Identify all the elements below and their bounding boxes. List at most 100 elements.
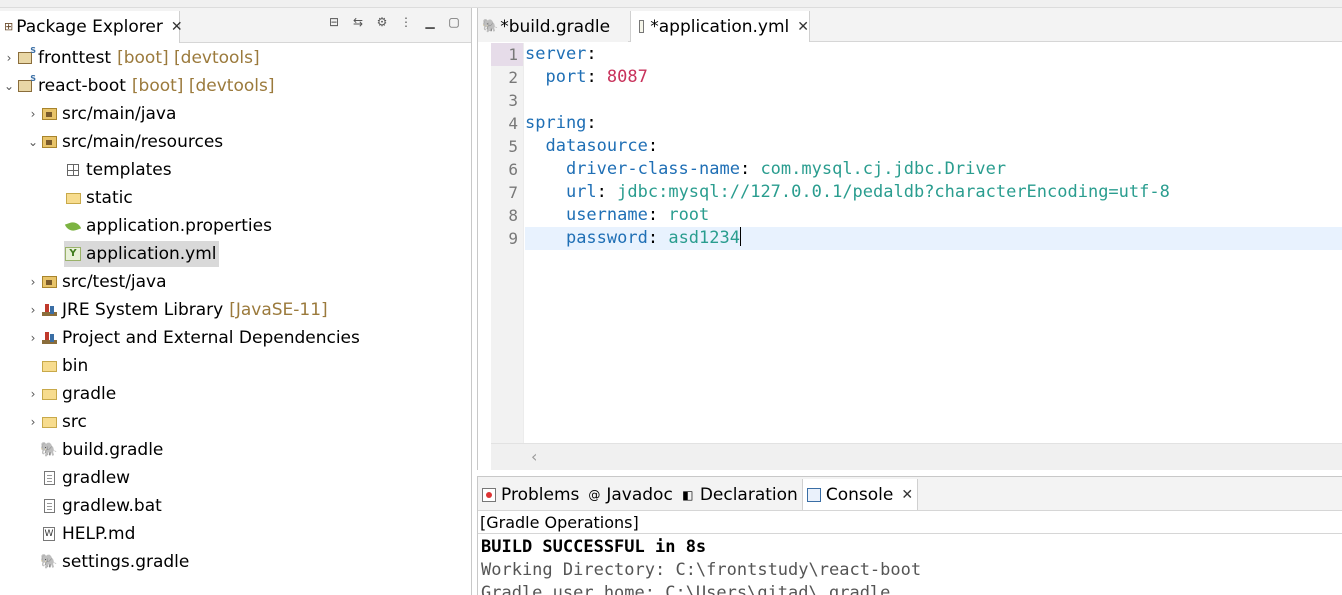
tree-item-content[interactable]: Yapplication.yml [64,241,219,267]
editor-area: 🐘 *build.gradle *application.yml ✕ 1 2 3 4 5… [477,8,1342,470]
chevron-right-icon[interactable]: › [26,303,40,317]
tree-item-content[interactable]: src [40,409,89,435]
maximize-icon[interactable]: ▢ [446,14,462,30]
yaml-key: username [565,205,648,225]
tree-item[interactable]: bin [0,352,471,380]
tree-item[interactable]: static [0,184,471,212]
tree-item[interactable]: gradlew [0,464,471,492]
yaml-value: asd1234 [668,228,740,248]
code-text[interactable]: server: port: 8087 spring: datasource: d… [525,43,1342,250]
tree-item-label: src/main/resources [62,132,224,152]
tree-item-content[interactable]: src/test/java [40,269,169,295]
tree-item[interactable]: ›fronttest[boot] [devtools] [0,44,471,72]
tree-item-content[interactable]: gradlew.bat [40,493,164,519]
chevron-down-icon[interactable]: ⌄ [2,79,16,93]
horizontal-scrollbar[interactable]: ‹ [491,443,1342,470]
chevron-right-icon[interactable]: › [26,387,40,401]
tree-item-content[interactable]: static [64,185,135,211]
tab-build-gradle[interactable]: 🐘 *build.gradle [478,11,628,42]
chevron-right-icon[interactable]: › [26,415,40,429]
tree-item-content[interactable]: bin [40,353,90,379]
yaml-key: port [545,67,587,87]
code-line[interactable]: port: 8087 [525,66,1342,89]
line-number: 9 [508,229,518,248]
tree-item[interactable]: › src/test/java [0,268,471,296]
yaml-key: url [565,182,597,202]
code-editor[interactable]: 1 2 3 4 5 6 7 8 9 server: port: 8087 spring: dat… [478,43,1342,443]
code-line[interactable]: server: [525,43,1342,66]
tab-application-yml[interactable]: *application.yml ✕ [630,11,810,42]
chevron-down-icon[interactable]: ⌄ [26,135,40,149]
tree-item-content[interactable]: application.properties [64,213,274,239]
tree-item[interactable]: › src/main/java [0,100,471,128]
tab-javadoc[interactable]: @ Javadoc [583,479,676,510]
tree-item[interactable]: 🐘 settings.gradle [0,548,471,576]
tab-declaration[interactable]: ◧ Declaration [677,479,802,510]
chevron-right-icon[interactable]: › [26,275,40,289]
tree-item-content[interactable]: gradlew [40,465,132,491]
chevron-right-icon[interactable]: › [2,51,16,65]
yaml-value: root [668,205,710,225]
code-line[interactable]: url: jdbc:mysql://127.0.0.1/pedaldb?char… [525,181,1342,204]
tree-item-content[interactable]: react-boot[boot] [devtools] [16,73,276,99]
tree-item-content[interactable]: templates [64,157,174,183]
tree-item-label: static [86,188,133,208]
yaml-punctuation: : [647,228,669,248]
minimize-icon[interactable]: ▁ [422,14,438,30]
tree-item[interactable]: › gradle [0,380,471,408]
yml-file-icon: Y [64,245,82,263]
yaml-punctuation [525,159,566,179]
code-line[interactable]: spring: [525,112,1342,135]
view-menu-icon[interactable]: ⋮ [398,14,414,30]
tree-item-content[interactable]: src/main/resources [40,129,225,155]
tree-item-content[interactable]: 🐘 settings.gradle [40,549,191,575]
code-line[interactable]: datasource: [525,135,1342,158]
tree-item-content[interactable]: JRE System Library [JavaSE-11] [40,297,330,323]
tree-item[interactable]: ⌄ src/main/resources [0,128,471,156]
close-icon[interactable]: ✕ [797,19,809,35]
package-explorer-toolbar: ⊟ ⇆ ⚙ ⋮ ▁ ▢ [326,14,462,30]
tree-item[interactable]: gradlew.bat [0,492,471,520]
tab-label: Console [825,484,894,505]
tab-problems[interactable]: Problems [478,479,583,510]
focus-workset-icon[interactable]: ⚙ [374,14,390,30]
scroll-left-icon[interactable]: ‹ [531,447,537,466]
tree-item[interactable]: › src [0,408,471,436]
tree-item[interactable]: › JRE System Library [JavaSE-11] [0,296,471,324]
code-line[interactable] [525,89,1342,112]
tree-item[interactable]: application.properties [0,212,471,240]
collapse-all-icon[interactable]: ⊟ [326,14,342,30]
gradle-elephant-icon: 🐘 [482,19,499,34]
tree-item-content[interactable]: Project and External Dependencies [40,325,362,351]
code-line[interactable]: password: asd1234 [525,227,1342,250]
tree-item[interactable]: ⌄react-boot[boot] [devtools] [0,72,471,100]
text-caret [739,227,741,246]
package-explorer-tab[interactable]: ⊞ Package Explorer ✕ [0,11,183,43]
tab-label: Declaration [699,484,798,505]
tree-item[interactable]: 🐘 build.gradle [0,436,471,464]
console-icon [806,487,821,502]
code-line[interactable]: driver-class-name: com.mysql.cj.jdbc.Dri… [525,158,1342,181]
tree-item[interactable]: W HELP.md [0,520,471,548]
tree-item[interactable]: Yapplication.yml [0,240,471,268]
tree-item-decoration: [boot] [devtools] [131,76,275,96]
tree-item-content[interactable]: 🐘 build.gradle [40,437,165,463]
link-with-editor-icon[interactable]: ⇆ [350,14,366,30]
console-line: Gradle user home: C:\Users\gitad\.gradle [481,583,891,595]
package-explorer-view: ⊞ Package Explorer ✕ ⊟ ⇆ ⚙ ⋮ ▁ ▢ ›frontt… [0,8,472,595]
chevron-right-icon[interactable]: › [26,331,40,345]
tree-item[interactable]: templates [0,156,471,184]
code-line[interactable]: username: root [525,204,1342,227]
tree-item[interactable]: › Project and External Dependencies [0,324,471,352]
spring-leaf-icon [64,217,82,235]
tab-console[interactable]: Console ✕ [801,479,919,510]
tree-item-content[interactable]: W HELP.md [40,521,137,547]
close-icon[interactable]: ✕ [901,487,913,503]
tree-item-content[interactable]: fronttest[boot] [devtools] [16,45,262,71]
tab-label: *application.yml [650,16,790,37]
chevron-right-icon[interactable]: › [26,107,40,121]
tree-item-content[interactable]: src/main/java [40,101,178,127]
tree-item-content[interactable]: gradle [40,381,118,407]
close-icon[interactable]: ✕ [171,19,183,35]
yaml-punctuation [525,228,566,248]
